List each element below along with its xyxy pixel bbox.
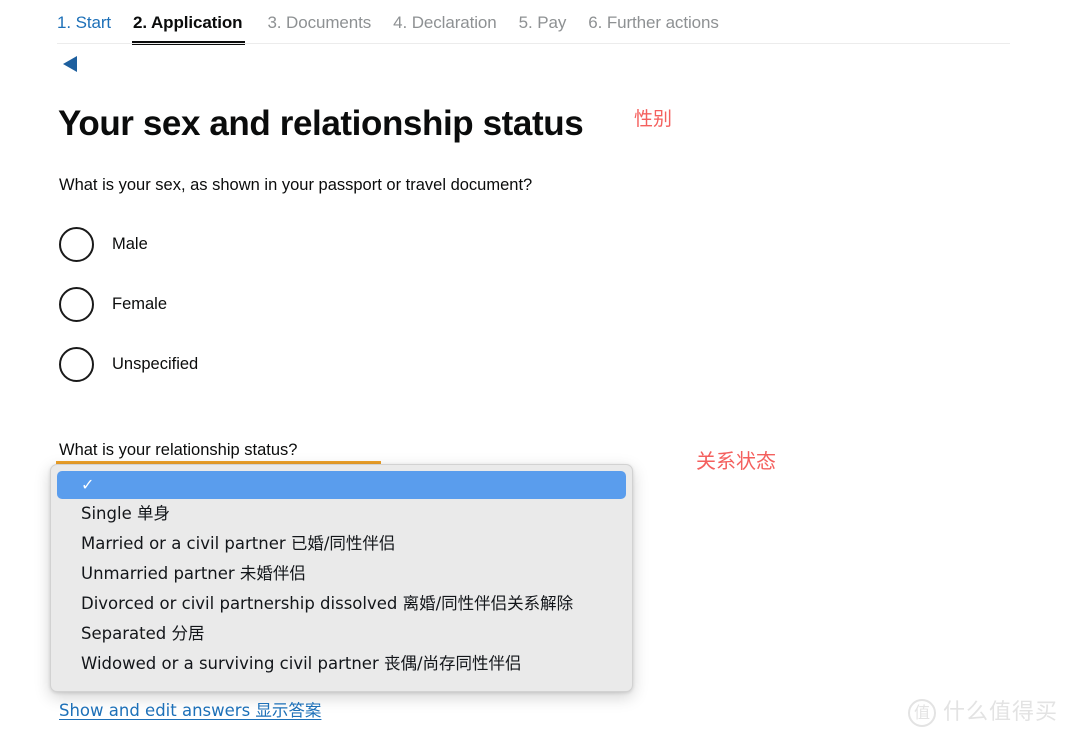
radio-circle-icon[interactable] [59, 226, 94, 262]
step-tab-application[interactable]: 2. Application [132, 12, 246, 45]
page-title: Your sex and relationship status [58, 104, 584, 143]
watermark: 值 什么值得买 [908, 699, 1058, 727]
show-and-edit-answers-link[interactable]: Show and edit answers 显示答案 [59, 700, 321, 722]
dropdown-option-label: Separated 分居 [81, 624, 205, 643]
radio-option-male[interactable]: Male [59, 224, 198, 264]
sex-question-label: What is your sex, as shown in your passp… [59, 176, 533, 194]
annotation-relationship: 关系状态 [696, 449, 776, 473]
radio-circle-icon[interactable] [59, 286, 94, 322]
radio-circle-icon[interactable] [59, 346, 94, 382]
radio-option-unspecified[interactable]: Unspecified [59, 344, 198, 384]
triangle-left-icon [61, 54, 79, 74]
dropdown-option-widowed[interactable]: Widowed or a surviving civil partner 丧偶/… [51, 649, 632, 679]
radio-option-female[interactable]: Female [59, 284, 198, 324]
step-navigation: 1. Start 2. Application 3. Documents 4. … [0, 0, 1080, 45]
step-tab-pay[interactable]: 5. Pay [519, 12, 567, 34]
relationship-question-label: What is your relationship status? [59, 441, 298, 459]
dropdown-option-single[interactable]: Single 单身 [51, 499, 632, 529]
back-button[interactable] [61, 54, 79, 74]
dropdown-option-separated[interactable]: Separated 分居 [51, 619, 632, 649]
dropdown-option-married[interactable]: Married or a civil partner 已婚/同性伴侣 [51, 529, 632, 559]
radio-label-unspecified: Unspecified [112, 355, 199, 373]
relationship-dropdown-list[interactable]: ✓ Single 单身 Married or a civil partner 已… [50, 464, 633, 692]
dropdown-option-label: Single 单身 [81, 504, 170, 523]
radio-label-female: Female [112, 295, 168, 313]
step-tab-documents[interactable]: 3. Documents [267, 12, 371, 34]
watermark-logo-icon: 值 [908, 699, 936, 727]
dropdown-option-label: Married or a civil partner 已婚/同性伴侣 [81, 534, 396, 553]
step-navigation-list: 1. Start 2. Application 3. Documents 4. … [57, 12, 741, 45]
step-tab-start[interactable]: 1. Start [57, 12, 111, 34]
dropdown-option-divorced[interactable]: Divorced or civil partnership dissolved … [51, 589, 632, 619]
dropdown-option-label: Divorced or civil partnership dissolved … [81, 594, 574, 613]
dropdown-option-label: Widowed or a surviving civil partner 丧偶/… [81, 654, 522, 673]
nav-divider [57, 43, 1010, 44]
sex-radio-group: Male Female Unspecified [59, 224, 198, 384]
dropdown-option-unmarried-partner[interactable]: Unmarried partner 未婚伴侣 [51, 559, 632, 589]
check-icon: ✓ [81, 475, 95, 494]
step-tab-declaration[interactable]: 4. Declaration [393, 12, 497, 34]
step-tab-further-actions[interactable]: 6. Further actions [588, 12, 719, 34]
dropdown-option-blank[interactable]: ✓ [57, 471, 626, 499]
annotation-sex: 性别 [634, 108, 673, 130]
radio-label-male: Male [112, 235, 148, 253]
watermark-text: 什么值得买 [943, 700, 1059, 725]
dropdown-option-label: Unmarried partner 未婚伴侣 [81, 564, 306, 583]
